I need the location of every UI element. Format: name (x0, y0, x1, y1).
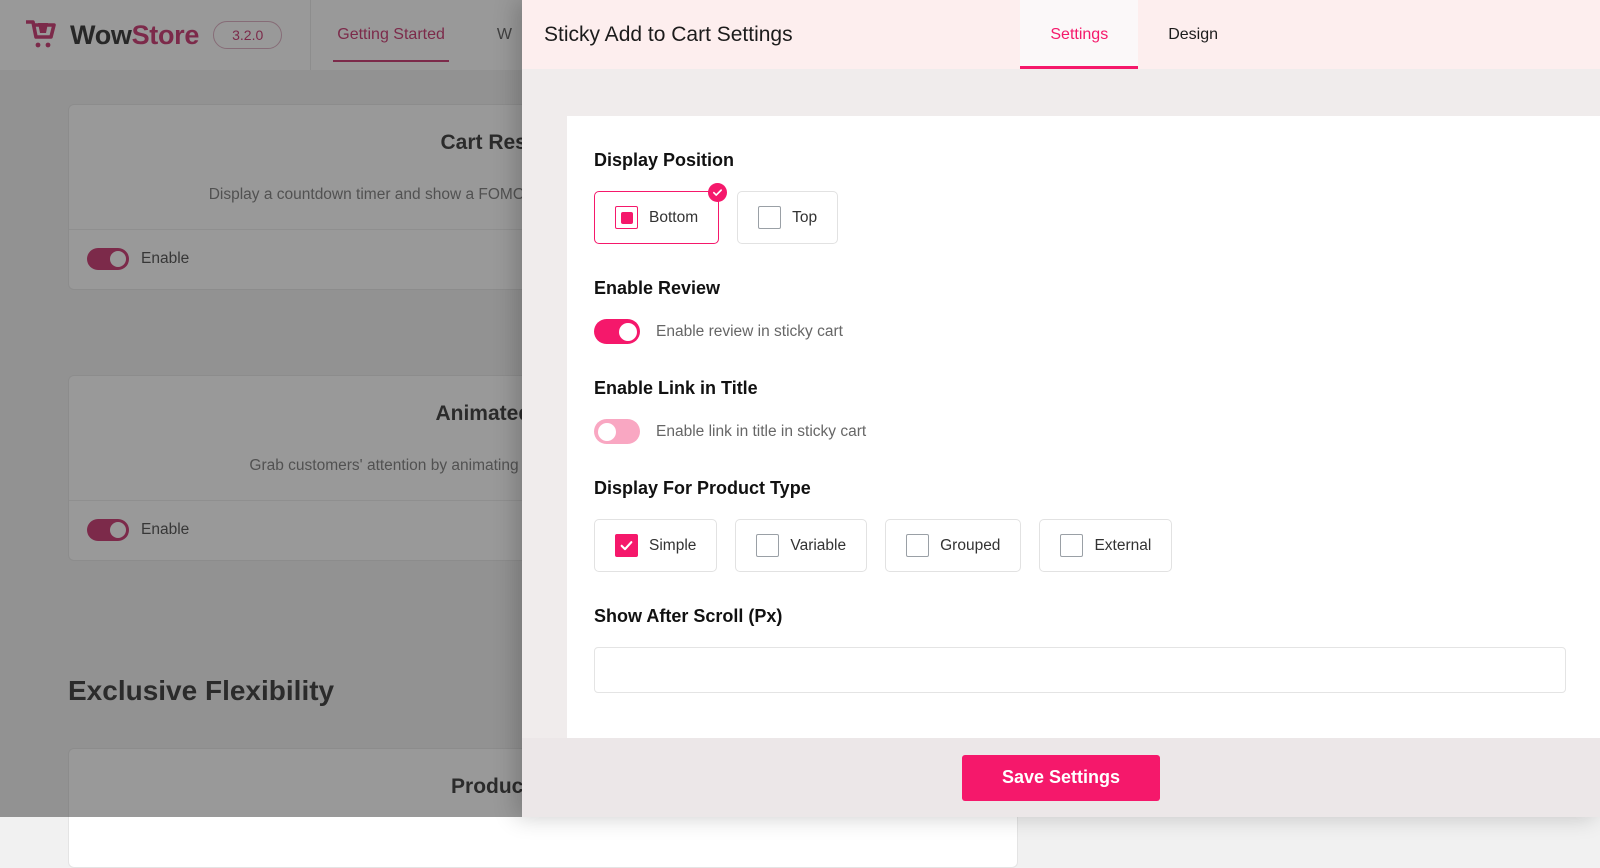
option-variable-checkbox[interactable] (756, 534, 779, 557)
option-simple-checkbox[interactable] (615, 534, 638, 557)
option-bottom-checkbox[interactable] (615, 206, 638, 229)
modal-header: Sticky Add to Cart Settings Settings Des… (522, 0, 1600, 69)
option-variable[interactable]: Variable (735, 519, 867, 572)
enable-review-row: Enable review in sticky cart (594, 319, 1600, 344)
field-enable-link-in-title: Enable Link in Title Enable link in titl… (594, 378, 1600, 444)
option-external-label: External (1094, 537, 1151, 555)
option-top[interactable]: Top (737, 191, 838, 244)
enable-review-toggle-label: Enable review in sticky cart (656, 323, 843, 341)
enable-link-in-title-toggle-label: Enable link in title in sticky cart (656, 423, 866, 441)
display-position-options: Bottom Top (594, 191, 1600, 244)
product-type-options: Simple Variable Grouped External (594, 519, 1600, 572)
field-label: Enable Link in Title (594, 378, 1600, 399)
option-bottom-label: Bottom (649, 209, 698, 227)
settings-panel: Display Position Bottom Top (567, 116, 1600, 738)
save-settings-button[interactable]: Save Settings (962, 755, 1160, 801)
option-top-label: Top (792, 209, 817, 227)
show-after-scroll-input[interactable] (594, 647, 1566, 693)
field-display-position: Display Position Bottom Top (594, 150, 1600, 244)
option-grouped-checkbox[interactable] (906, 534, 929, 557)
option-grouped-label: Grouped (940, 537, 1000, 555)
field-label: Show After Scroll (Px) (594, 606, 1600, 627)
option-variable-label: Variable (790, 537, 846, 555)
option-external-checkbox[interactable] (1060, 534, 1083, 557)
modal-scroll-area[interactable]: Display Position Bottom Top (522, 69, 1600, 738)
option-simple[interactable]: Simple (594, 519, 717, 572)
option-top-checkbox[interactable] (758, 206, 781, 229)
enable-review-toggle[interactable] (594, 319, 640, 344)
modal-title: Sticky Add to Cart Settings (522, 0, 793, 69)
field-show-after-scroll: Show After Scroll (Px) (594, 606, 1600, 693)
sticky-add-to-cart-settings-modal: Sticky Add to Cart Settings Settings Des… (522, 0, 1600, 817)
modal-tabs: Settings Design (1020, 0, 1248, 69)
enable-link-in-title-toggle[interactable] (594, 419, 640, 444)
check-badge-icon (708, 183, 727, 202)
field-label: Enable Review (594, 278, 1600, 299)
field-label: Display Position (594, 150, 1600, 171)
modal-footer: Save Settings (522, 738, 1600, 817)
option-external[interactable]: External (1039, 519, 1172, 572)
option-simple-label: Simple (649, 537, 696, 555)
field-display-for-product-type: Display For Product Type Simple Variable (594, 478, 1600, 572)
tab-design[interactable]: Design (1138, 0, 1248, 69)
option-bottom[interactable]: Bottom (594, 191, 719, 244)
field-label: Display For Product Type (594, 478, 1600, 499)
option-grouped[interactable]: Grouped (885, 519, 1021, 572)
enable-link-in-title-row: Enable link in title in sticky cart (594, 419, 1600, 444)
field-enable-review: Enable Review Enable review in sticky ca… (594, 278, 1600, 344)
tab-settings[interactable]: Settings (1020, 0, 1138, 69)
